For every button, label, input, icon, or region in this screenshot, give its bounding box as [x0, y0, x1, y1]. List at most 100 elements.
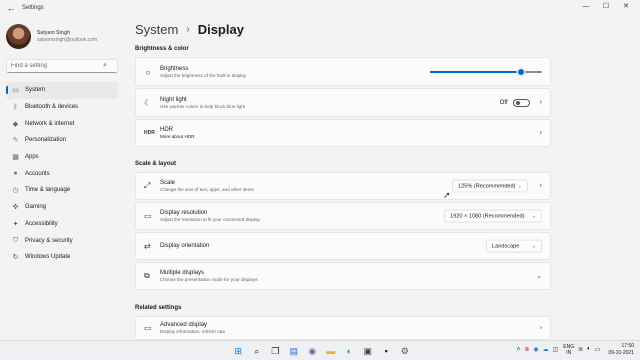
night-light-label: Night light	[160, 96, 187, 103]
sidebar-item-network[interactable]: ◆ Network & internet	[6, 115, 118, 132]
sidebar-item-label: Gaming	[25, 204, 47, 211]
chevron-right-icon[interactable]: ›	[540, 99, 542, 106]
bluetooth-icon: ᛒ	[13, 103, 18, 111]
apps-icon: ▦	[12, 154, 19, 162]
tray-app-icon[interactable]: ◫	[553, 346, 559, 353]
resolution-card: ▭ Display resolution Adjust the resoluti…	[135, 202, 551, 230]
sidebar-item-label: System	[25, 87, 46, 94]
scale-dropdown[interactable]: 125% (Recommended) ⌄	[452, 179, 528, 193]
resolution-value: 1920 × 1080 (Recommended)	[450, 213, 525, 219]
window-controls: — ☐ ✕	[576, 0, 636, 16]
advanced-display-desc: Display information, refresh rate	[160, 329, 226, 334]
mouse-cursor-icon: ➚	[443, 190, 451, 200]
file-explorer-icon[interactable]: ▬	[322, 344, 341, 358]
multiple-displays-label: Multiple displays	[160, 270, 205, 276]
maximize-button[interactable]: ☐	[596, 0, 616, 16]
onedrive-icon[interactable]: ☁	[543, 346, 549, 353]
breadcrumb-separator: ›	[186, 24, 190, 35]
search-input[interactable]	[7, 63, 99, 69]
chevron-right-icon[interactable]: ›	[540, 325, 542, 332]
breadcrumb-parent[interactable]: System	[135, 22, 178, 37]
chevron-down-icon[interactable]: ⌄	[536, 272, 542, 280]
sidebar-item-accessibility[interactable]: ✦ Accessibility	[6, 216, 118, 233]
sidebar-item-time-language[interactable]: ◷ Time & language	[6, 182, 118, 199]
sun-icon: ☼	[144, 67, 152, 76]
sidebar-item-personalization[interactable]: ✎ Personalization	[6, 132, 118, 149]
close-button[interactable]: ✕	[616, 0, 636, 16]
sidebar-item-label: Apps	[25, 154, 39, 161]
sidebar-item-windows-update[interactable]: ↻ Windows Update	[6, 249, 118, 266]
section-heading-brightness: Brightness & color	[135, 46, 189, 52]
avatar	[6, 24, 31, 49]
profile-text: Satyam Singh satyamsingh@outlook.com	[37, 30, 97, 44]
breadcrumb: System › Display	[135, 22, 244, 37]
task-view-icon[interactable]: ❐	[266, 344, 285, 358]
resolution-label: Display resolution	[160, 210, 208, 216]
sidebar-nav: ▭ System ᛒ Bluetooth & devices ◆ Network…	[6, 82, 118, 266]
shield-icon: ⛉	[12, 236, 19, 244]
sidebar-item-privacy[interactable]: ⛉ Privacy & security	[6, 232, 118, 249]
monitor-icon: ▭	[12, 87, 19, 95]
edge-icon[interactable]: ◐	[340, 344, 359, 358]
search-icon[interactable]: ⌕	[248, 344, 267, 358]
multiple-displays-card[interactable]: ⧉ Multiple displays Choose the presentat…	[135, 262, 551, 290]
user-profile[interactable]: Satyam Singh satyamsingh@outlook.com	[6, 24, 97, 49]
chevron-right-icon[interactable]: ›	[540, 183, 542, 190]
back-arrow-icon[interactable]: ←	[2, 3, 20, 13]
scale-card[interactable]: ⤢ Scale Change the size of text, apps, a…	[135, 172, 551, 200]
brush-icon: ✎	[12, 137, 19, 145]
wifi-icon[interactable]: ≋	[578, 346, 583, 353]
sidebar-item-accounts[interactable]: ● Accounts	[6, 165, 118, 182]
sidebar-item-label: Time & language	[25, 187, 71, 194]
sidebar-item-gaming[interactable]: ✜ Gaming	[6, 199, 118, 216]
multiple-displays-icon: ⧉	[144, 271, 150, 280]
store-icon[interactable]: ▣	[359, 344, 378, 358]
chevron-up-icon[interactable]: ˄	[517, 347, 521, 353]
slider-fill	[430, 70, 521, 73]
hdr-link[interactable]: More about HDR	[160, 134, 194, 140]
chevron-down-icon: ⌄	[531, 243, 536, 249]
search-box[interactable]: ⌕	[6, 59, 118, 73]
start-icon[interactable]: ⊞	[229, 344, 248, 358]
sidebar-item-apps[interactable]: ▦ Apps	[6, 149, 118, 166]
clock[interactable]: 17:50 09-10-2021	[608, 343, 634, 356]
lang-line-1: ENG	[563, 343, 575, 350]
multiple-displays-desc: Choose the presentation mode for your di…	[160, 277, 258, 282]
sidebar-item-label: Bluetooth & devices	[25, 104, 79, 111]
brightness-slider[interactable]	[430, 68, 542, 75]
sidebar-item-label: Windows Update	[25, 254, 71, 261]
orientation-dropdown[interactable]: Landscape ⌄	[486, 239, 542, 253]
battery-icon[interactable]: ▭	[595, 346, 601, 353]
night-light-card[interactable]: ☾ Night light Use warmer colors to help …	[135, 88, 551, 117]
settings-icon[interactable]: ⚙	[396, 344, 415, 358]
night-light-icon: ☾	[144, 98, 152, 107]
night-light-toggle[interactable]	[512, 98, 530, 107]
clock-date: 09-10-2021	[608, 349, 634, 356]
slider-thumb[interactable]	[517, 68, 524, 75]
language-indicator[interactable]: ENG IN	[563, 344, 574, 356]
resolution-desc: Adjust the resolution to fit your connec…	[160, 217, 260, 222]
title-bar: ← Settings — ☐ ✕	[0, 0, 640, 16]
scale-desc: Change the size of text, apps, and other…	[160, 187, 254, 192]
toggle-state-label: Off	[499, 99, 508, 106]
section-heading-scale: Scale & layout	[135, 161, 177, 167]
search-icon[interactable]: ⌕	[103, 62, 107, 70]
minimize-button[interactable]: —	[576, 0, 596, 16]
app-tray-icon[interactable]: ◉	[533, 346, 538, 353]
hdr-card[interactable]: HDR HDR More about HDR ›	[135, 119, 551, 147]
terminal-icon[interactable]: ▪	[377, 344, 396, 358]
monitor-icon: ▭	[144, 323, 152, 333]
volume-icon[interactable]: 🔈︎	[587, 346, 591, 353]
chevron-right-icon[interactable]: ›	[540, 130, 542, 137]
sidebar-item-system[interactable]: ▭ System	[6, 82, 118, 99]
security-icon[interactable]: ⊗	[524, 346, 529, 353]
sidebar-item-bluetooth[interactable]: ᛒ Bluetooth & devices	[6, 99, 118, 116]
resolution-dropdown[interactable]: 1920 × 1080 (Recommended) ⌄	[444, 209, 542, 223]
widgets-icon[interactable]: ▤	[285, 344, 304, 358]
chat-icon[interactable]: ◉	[303, 344, 322, 358]
orientation-value: Landscape	[492, 243, 520, 249]
window-title: Settings	[22, 5, 44, 11]
advanced-display-card[interactable]: ▭ Advanced display Display information, …	[135, 316, 551, 340]
night-light-desc: Use warmer colors to help block blue lig…	[160, 103, 246, 109]
orientation-label: Display orientation	[160, 243, 210, 249]
